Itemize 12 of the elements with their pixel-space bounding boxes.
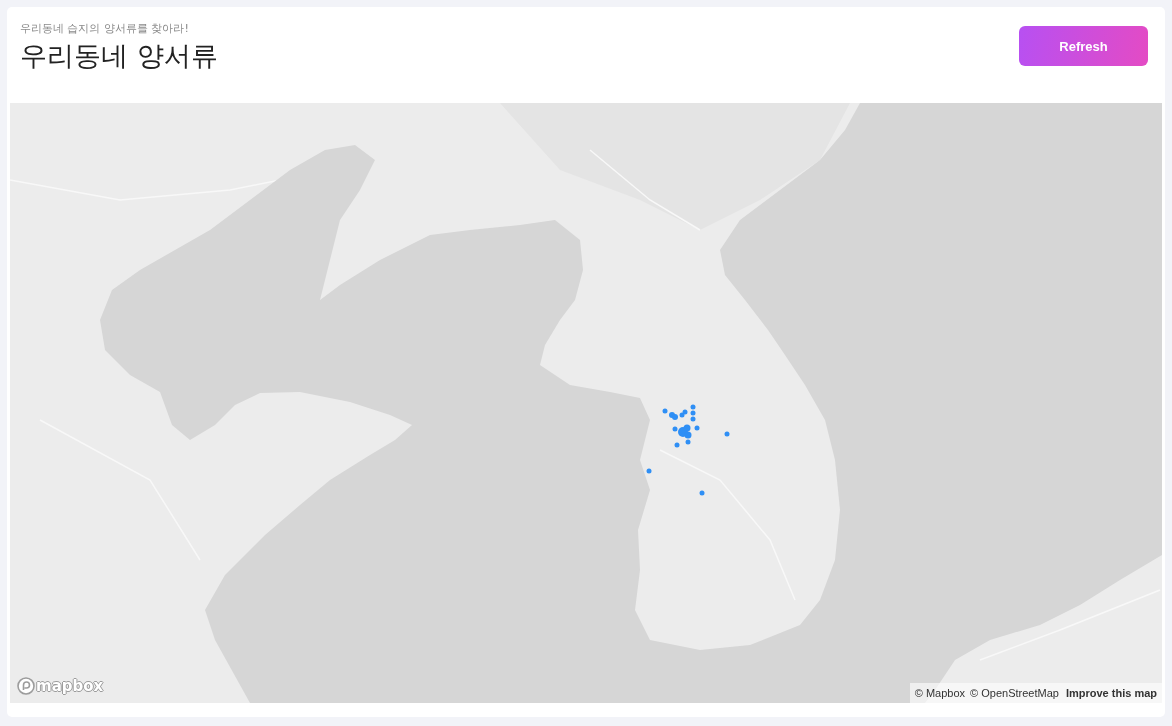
map-marker-icon [699, 490, 705, 496]
page-subtitle: 우리동네 습지의 양서류를 찾아라! [20, 22, 190, 36]
map-marker-icon [694, 425, 700, 431]
map-marker-icon [646, 468, 652, 474]
attribution-link[interactable]: © Mapbox [914, 685, 966, 701]
map-marker-icon [724, 431, 730, 437]
refresh-button[interactable]: Refresh [1019, 26, 1148, 66]
logo-mark-icon [17, 677, 35, 695]
map-marker-icon [674, 442, 680, 448]
page-title: 우리동네 양서류 [20, 39, 218, 73]
attribution-link[interactable]: © OpenStreetMap [970, 685, 1059, 701]
improve-map-link[interactable]: Improve this map [1065, 685, 1157, 701]
